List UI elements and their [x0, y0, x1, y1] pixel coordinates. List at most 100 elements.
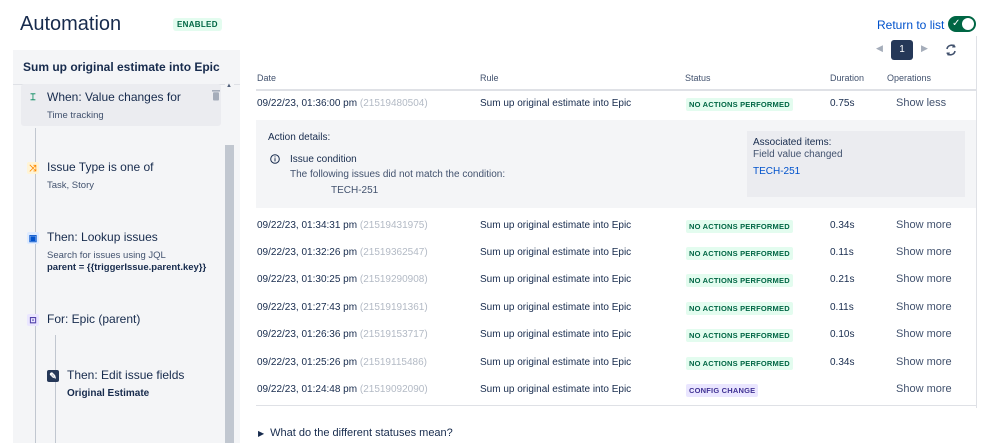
table-row: 09/22/23, 01:24:48 pm (21519092090) Sum …: [256, 376, 976, 403]
page-title: Automation: [20, 13, 122, 35]
show-more-link[interactable]: Show more: [896, 246, 952, 258]
info-icon: [270, 154, 280, 164]
return-to-list-link[interactable]: Return to list: [877, 18, 944, 32]
rule-sidebar: Sum up original estimate into Epic ⌶ Whe…: [13, 50, 240, 443]
panel-border: [976, 36, 977, 408]
column-header-duration: Duration: [830, 73, 865, 83]
trigger-icon: ⌶: [30, 92, 36, 102]
row-duration: 0.11s: [830, 302, 854, 313]
show-more-link[interactable]: Show more: [896, 301, 952, 313]
sidebar-scroll-thumb[interactable]: [225, 145, 234, 443]
row-rule: Sum up original estimate into Epic: [480, 247, 632, 258]
chevron-left-icon[interactable]: ◀: [876, 43, 883, 54]
rule-item-edit[interactable]: ✎ Then: Edit issue fields Original Estim…: [41, 364, 221, 404]
row-duration: 0.21s: [830, 274, 855, 285]
status-badge: NO ACTIONS PERFORMED: [686, 302, 793, 315]
row-duration: 0.34s: [830, 357, 855, 368]
row-rule: Sum up original estimate into Epic: [480, 302, 632, 313]
row-date: 09/22/23, 01:25:26 pm (21519115486): [257, 357, 427, 368]
row-date: 09/22/23, 01:24:48 pm (21519092090): [257, 384, 428, 395]
chevron-right-icon: ▶: [258, 429, 265, 438]
associated-items-title: Associated items:: [753, 137, 832, 148]
column-header-status: Status: [685, 73, 711, 83]
column-header-rule: Rule: [480, 73, 499, 83]
table-row: 09/22/23, 01:27:43 pm (21519191361) Sum …: [256, 294, 976, 321]
rule-item-condition[interactable]: ⤨ Issue Type is one of Task, Story: [21, 156, 221, 198]
edit-icon: ✎: [47, 370, 59, 382]
rule-item-trigger[interactable]: ⌶ When: Value changes for Time tracking: [21, 84, 221, 126]
rule-item-lookup[interactable]: ▣ Then: Lookup issues Search for issues …: [21, 226, 221, 278]
rule-item-title: Then: Lookup issues: [47, 230, 158, 244]
status-badge: NO ACTIONS PERFORMED: [686, 247, 793, 260]
trash-icon[interactable]: [211, 90, 221, 101]
table-row: 09/22/23, 01:36:00 pm (21519480504) Sum …: [256, 90, 976, 117]
condition-icon: ⤨: [27, 162, 39, 174]
rule-item-title: Then: Edit issue fields: [67, 368, 185, 382]
table-row: 09/22/23, 01:34:31 pm (21519431975) Sum …: [256, 212, 976, 239]
row-duration: 0.75s: [830, 98, 855, 109]
row-date: 09/22/23, 01:36:00 pm (21519480504): [257, 98, 428, 109]
row-rule: Sum up original estimate into Epic: [480, 220, 632, 231]
condition-message: The following issues did not match the c…: [290, 169, 506, 180]
rule-item-title: When: Value changes for: [47, 90, 181, 104]
table-row: 09/22/23, 01:30:25 pm (21519290908) Sum …: [256, 266, 976, 293]
show-more-link[interactable]: Show more: [896, 383, 952, 395]
status-badge: CONFIG CHANGE: [686, 384, 759, 397]
lookup-icon: ▣: [27, 232, 39, 244]
show-more-link[interactable]: Show more: [896, 219, 952, 231]
action-details-panel: Action details: Issue condition The foll…: [256, 120, 976, 208]
associated-items-box: Associated items: Field value changed TE…: [747, 131, 965, 197]
status-badge: NO ACTIONS PERFORMED: [686, 220, 793, 233]
row-date: 09/22/23, 01:34:31 pm (21519431975): [257, 220, 428, 231]
rule-item-subtitle: Task, Story: [47, 180, 94, 191]
rule-item-jql: parent = {{triggerIssue.parent.key}}: [47, 262, 206, 273]
row-rule: Sum up original estimate into Epic: [480, 274, 632, 285]
condition-name: Issue condition: [290, 154, 357, 165]
row-duration: 0.10s: [830, 329, 855, 340]
row-date: 09/22/23, 01:26:36 pm (21519153717): [257, 329, 428, 340]
status-faq-toggle[interactable]: ▶ What do the different statuses mean?: [258, 427, 453, 439]
rule-item-branch[interactable]: ⊡ For: Epic (parent): [21, 308, 221, 332]
status-faq-label: What do the different statuses mean?: [270, 427, 453, 439]
check-icon: ✓: [952, 18, 961, 29]
show-more-link[interactable]: Show more: [896, 273, 952, 285]
jql-field: parent: [47, 262, 77, 273]
jql-value: = {{triggerIssue.parent.key}}: [78, 262, 207, 273]
scroll-up-arrow-icon[interactable]: ▲: [226, 83, 232, 89]
rule-name: Sum up original estimate into Epic: [23, 60, 220, 74]
associated-issue-link[interactable]: TECH-251: [753, 166, 800, 177]
row-date: 09/22/23, 01:32:26 pm (21519362547): [257, 247, 428, 258]
toggle-knob: [962, 18, 974, 30]
row-date: 09/22/23, 01:30:25 pm (21519290908): [257, 274, 428, 285]
rule-item-subtitle: Search for issues using JQL: [47, 250, 166, 261]
unmatched-issue-key: TECH-251: [331, 185, 379, 196]
pagination-current-page[interactable]: 1: [891, 40, 913, 60]
rule-enabled-toggle[interactable]: ✓: [948, 16, 976, 32]
column-header-operations: Operations: [887, 73, 932, 83]
rule-item-subtitle: Original Estimate: [67, 388, 150, 399]
refresh-icon[interactable]: [944, 43, 958, 57]
show-more-link[interactable]: Show more: [896, 328, 952, 340]
row-duration: 0.11s: [830, 247, 854, 258]
rule-item-title: Issue Type is one of: [47, 160, 154, 174]
column-header-date: Date: [257, 73, 277, 83]
row-rule: Sum up original estimate into Epic: [480, 329, 632, 340]
enabled-badge: ENABLED: [173, 18, 222, 31]
table-row: 09/22/23, 01:32:26 pm (21519362547) Sum …: [256, 239, 976, 266]
show-less-link[interactable]: Show less: [896, 97, 946, 109]
row-rule: Sum up original estimate into Epic: [480, 357, 632, 368]
row-duration: 0.34s: [830, 220, 855, 231]
row-rule: Sum up original estimate into Epic: [480, 98, 632, 109]
action-details-title: Action details:: [268, 132, 331, 143]
show-more-link[interactable]: Show more: [896, 356, 952, 368]
chevron-right-icon[interactable]: ▶: [921, 43, 928, 54]
table-row: 09/22/23, 01:25:26 pm (21519115486) Sum …: [256, 349, 976, 376]
status-badge: NO ACTIONS PERFORMED: [686, 329, 793, 342]
table-row: 09/22/23, 01:26:36 pm (21519153717) Sum …: [256, 321, 976, 348]
row-rule: Sum up original estimate into Epic: [480, 384, 632, 395]
table-bottom-divider: [256, 405, 976, 406]
status-badge: NO ACTIONS PERFORMED: [686, 98, 793, 111]
page-header: Automation ENABLED Return to list ✓: [0, 0, 998, 48]
associated-items-subtitle: Field value changed: [753, 149, 843, 160]
branch-icon: ⊡: [27, 314, 39, 326]
